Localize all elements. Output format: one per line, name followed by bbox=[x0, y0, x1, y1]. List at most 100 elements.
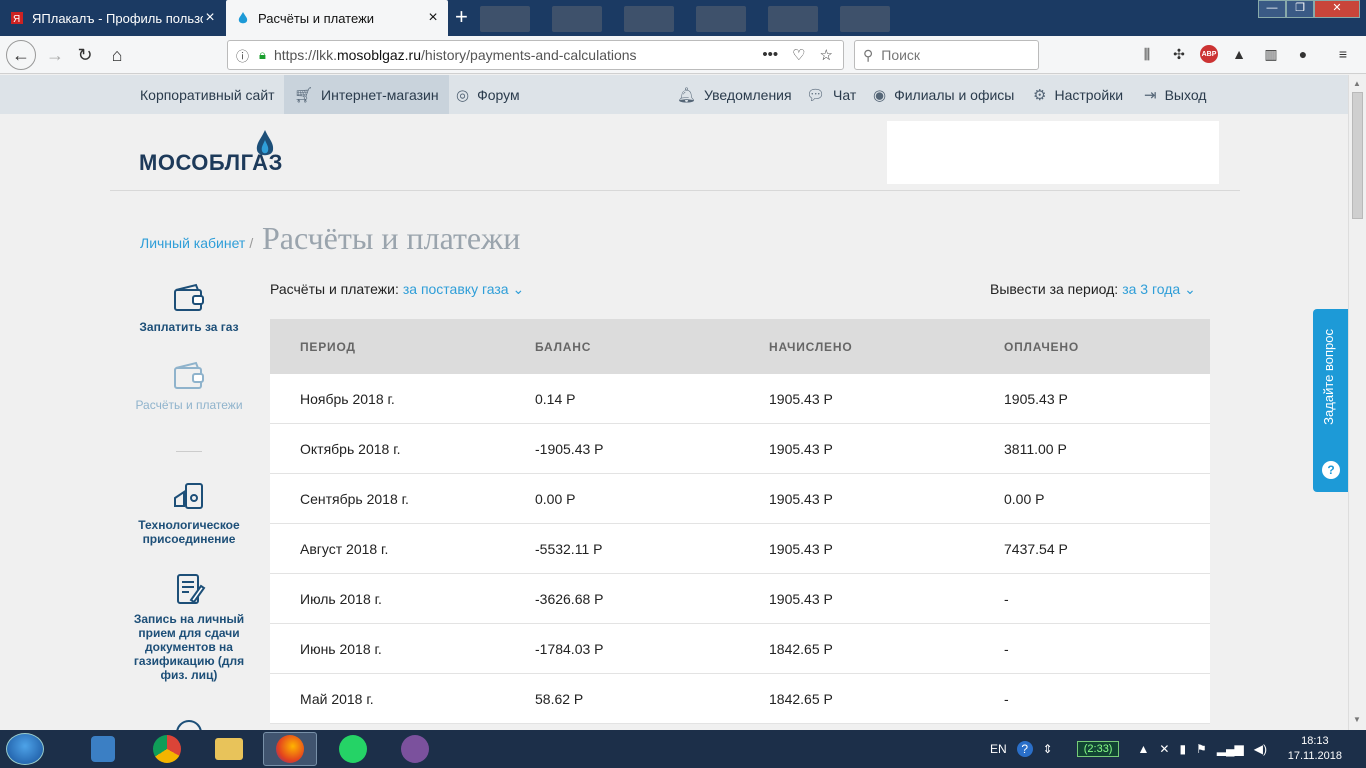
scroll-up-icon[interactable]: ▲ bbox=[1353, 79, 1361, 88]
header-banner bbox=[887, 121, 1219, 184]
scrollbar-thumb[interactable] bbox=[1352, 92, 1363, 219]
browser-toolbar: ⫼ ✣ ABP ▲ ▥ ● ≡ bbox=[1136, 42, 1354, 66]
bookmark-star-icon[interactable]: ☆ bbox=[820, 46, 833, 64]
taskbar-firefox[interactable] bbox=[263, 732, 317, 766]
page-scrollbar[interactable]: ▲ ▼ bbox=[1348, 75, 1366, 730]
breadcrumb: Личный кабинет / bbox=[140, 235, 257, 251]
taskbar-explorer[interactable] bbox=[202, 732, 256, 766]
network-warning-icon[interactable]: ✕ bbox=[1159, 742, 1169, 756]
chrome-icon bbox=[153, 735, 181, 763]
close-tab-icon[interactable]: × bbox=[203, 10, 217, 26]
yaplakal-favicon-icon: Я bbox=[11, 12, 23, 25]
close-window-button[interactable]: ✕ bbox=[1314, 0, 1360, 18]
cell-period: Октябрь 2018 г. bbox=[300, 440, 401, 457]
forward-button[interactable]: → bbox=[42, 42, 68, 68]
extension-icon[interactable]: ✣ bbox=[1168, 42, 1190, 66]
sidebar-item-tech-connection[interactable]: Технологическое присоединение bbox=[130, 480, 248, 546]
menu-corporate-site[interactable]: Корпоративный сайт bbox=[140, 75, 275, 114]
office-icon: ◉ bbox=[873, 86, 887, 104]
signal-icon[interactable]: ▂▄▆ bbox=[1217, 742, 1244, 756]
tray-arrows-icon[interactable]: ⇕ bbox=[1043, 742, 1053, 756]
column-header-balance: БАЛАНС bbox=[535, 339, 592, 354]
menu-notifications[interactable]: 🔔︎ Уведомления bbox=[677, 75, 792, 114]
cell-period: Сентябрь 2018 г. bbox=[300, 490, 409, 507]
menu-internet-shop[interactable]: 🛒︎ Интернет-магазин bbox=[284, 75, 449, 114]
security-icon[interactable]: ⚑ bbox=[1196, 742, 1207, 756]
chevron-down-icon: ⌄ bbox=[1184, 281, 1196, 297]
menu-icon[interactable]: ≡ bbox=[1332, 42, 1354, 66]
menu-forum[interactable]: ◎ Форум bbox=[456, 75, 520, 114]
payment-type-dropdown[interactable]: за поставку газа ⌄ bbox=[403, 281, 524, 297]
menu-chat[interactable]: 💬︎ Чат bbox=[806, 75, 856, 114]
taskbar-media-player[interactable] bbox=[76, 732, 130, 766]
cell-paid: 3811.00 Р bbox=[1004, 440, 1067, 457]
sync-icon[interactable]: ● bbox=[1292, 42, 1314, 66]
cell-period: Ноябрь 2018 г. bbox=[300, 390, 395, 407]
close-tab-icon[interactable]: × bbox=[426, 10, 440, 26]
cell-balance: 58.62 Р bbox=[535, 690, 584, 707]
cell-balance: -3626.68 Р bbox=[535, 590, 604, 607]
battery-icon[interactable]: ▮ bbox=[1179, 742, 1186, 756]
pocket-icon[interactable]: ♡ bbox=[792, 46, 805, 64]
cell-period: Май 2018 г. bbox=[300, 690, 374, 707]
show-hidden-icons[interactable]: ▲ bbox=[1137, 742, 1149, 756]
mosoblgaz-logo[interactable]: МОСОБЛГАЗ bbox=[139, 130, 283, 176]
menu-offices[interactable]: ◉ Филиалы и офисы bbox=[873, 75, 1014, 114]
table-row: Июнь 2018 г. -1784.03 Р 1842.65 Р - bbox=[270, 624, 1210, 674]
viber-icon bbox=[401, 735, 429, 763]
reload-icon[interactable]: ↻ bbox=[72, 42, 98, 68]
info-icon[interactable]: ⓘ bbox=[236, 46, 249, 65]
sidebar-item-appointment[interactable]: Запись на личный прием для сдачи докумен… bbox=[130, 572, 248, 682]
url-bar[interactable]: ⓘ 🔒︎ https://lkk.mosoblgaz.ru/history/pa… bbox=[227, 40, 844, 70]
period-filter: Вывести за период: за 3 года ⌄ bbox=[990, 281, 1196, 298]
help-icon[interactable]: ? bbox=[1016, 741, 1033, 757]
maximize-button[interactable]: ❐ bbox=[1286, 0, 1314, 18]
table-row: Август 2018 г. -5532.11 Р 1905.43 Р 7437.54… bbox=[270, 524, 1210, 574]
tab-title: Расчёты и платежи bbox=[258, 10, 375, 26]
cell-charged: 1842.65 Р bbox=[769, 690, 833, 707]
cell-charged: 1905.43 Р bbox=[769, 440, 833, 457]
breadcrumb-link-cabinet[interactable]: Личный кабинет bbox=[140, 235, 245, 251]
sidebar-item-pay-gas[interactable]: Заплатить за газ bbox=[130, 282, 248, 334]
page-actions-icon[interactable]: ••• bbox=[762, 46, 778, 64]
period-dropdown[interactable]: за 3 года ⌄ bbox=[1122, 281, 1196, 297]
sidebar-next-icon[interactable] bbox=[176, 720, 202, 730]
home-icon[interactable]: ⌂ bbox=[104, 42, 130, 68]
minimize-button[interactable]: — bbox=[1258, 0, 1286, 18]
adblock-icon[interactable]: ABP bbox=[1200, 45, 1218, 63]
clock-time: 18:13 bbox=[1301, 735, 1329, 747]
back-button[interactable]: ← bbox=[6, 40, 36, 70]
sidebar-icon[interactable]: ▥ bbox=[1260, 42, 1282, 66]
menu-settings[interactable]: ⚙ Настройки bbox=[1033, 75, 1123, 114]
ask-question-button[interactable]: Задайте вопрос ? bbox=[1313, 309, 1349, 492]
search-field[interactable]: ⚲ Поиск bbox=[854, 40, 1039, 70]
start-button[interactable] bbox=[6, 733, 44, 765]
new-tab-button[interactable]: + bbox=[455, 6, 468, 28]
url-text[interactable]: https://lkk.mosoblgaz.ru/history/payment… bbox=[274, 47, 762, 63]
menu-logout[interactable]: ⇥ Выход bbox=[1144, 75, 1206, 114]
browser-tab-payments[interactable]: Расчёты и платежи × bbox=[226, 0, 448, 36]
search-icon: ⚲ bbox=[863, 46, 874, 63]
table-row: Июль 2018 г. -3626.68 Р 1905.43 Р - bbox=[270, 574, 1210, 624]
cell-balance: -5532.11 Р bbox=[535, 540, 603, 557]
library-icon[interactable]: ⫼ bbox=[1136, 42, 1158, 66]
taskbar-viber[interactable] bbox=[388, 732, 442, 766]
search-placeholder: Поиск bbox=[881, 47, 921, 63]
browser-tab-bar: Я ЯПлакалъ - Профиль пользов × Расчёты и… bbox=[0, 0, 1366, 36]
lock-icon[interactable]: 🔒︎ bbox=[259, 47, 266, 63]
system-clock[interactable]: 18:13 17.11.2018 bbox=[1288, 734, 1342, 764]
vpn-icon[interactable]: ▲ bbox=[1228, 42, 1250, 66]
payment-type-label: Расчёты и платежи: bbox=[270, 281, 399, 297]
scroll-down-icon[interactable]: ▼ bbox=[1353, 715, 1361, 724]
taskbar-chrome[interactable] bbox=[140, 732, 194, 766]
payment-type-filter: Расчёты и платежи: за поставку газа ⌄ bbox=[270, 281, 524, 298]
volume-icon[interactable]: ◀) bbox=[1254, 742, 1267, 756]
language-indicator[interactable]: EN bbox=[990, 742, 1007, 756]
table-row: Ноябрь 2018 г. 0.14 Р 1905.43 Р 1905.43 Р bbox=[270, 374, 1210, 424]
sidebar-item-payments[interactable]: Расчёты и платежи bbox=[130, 360, 248, 412]
browser-tab-yaplakal[interactable]: Я ЯПлакалъ - Профиль пользов × bbox=[0, 0, 225, 36]
taskbar-whatsapp[interactable] bbox=[326, 732, 380, 766]
battery-timer[interactable]: (2:33) bbox=[1076, 741, 1120, 757]
cell-balance: -1905.43 Р bbox=[535, 440, 604, 457]
mosoblgaz-flame-icon bbox=[238, 12, 248, 24]
